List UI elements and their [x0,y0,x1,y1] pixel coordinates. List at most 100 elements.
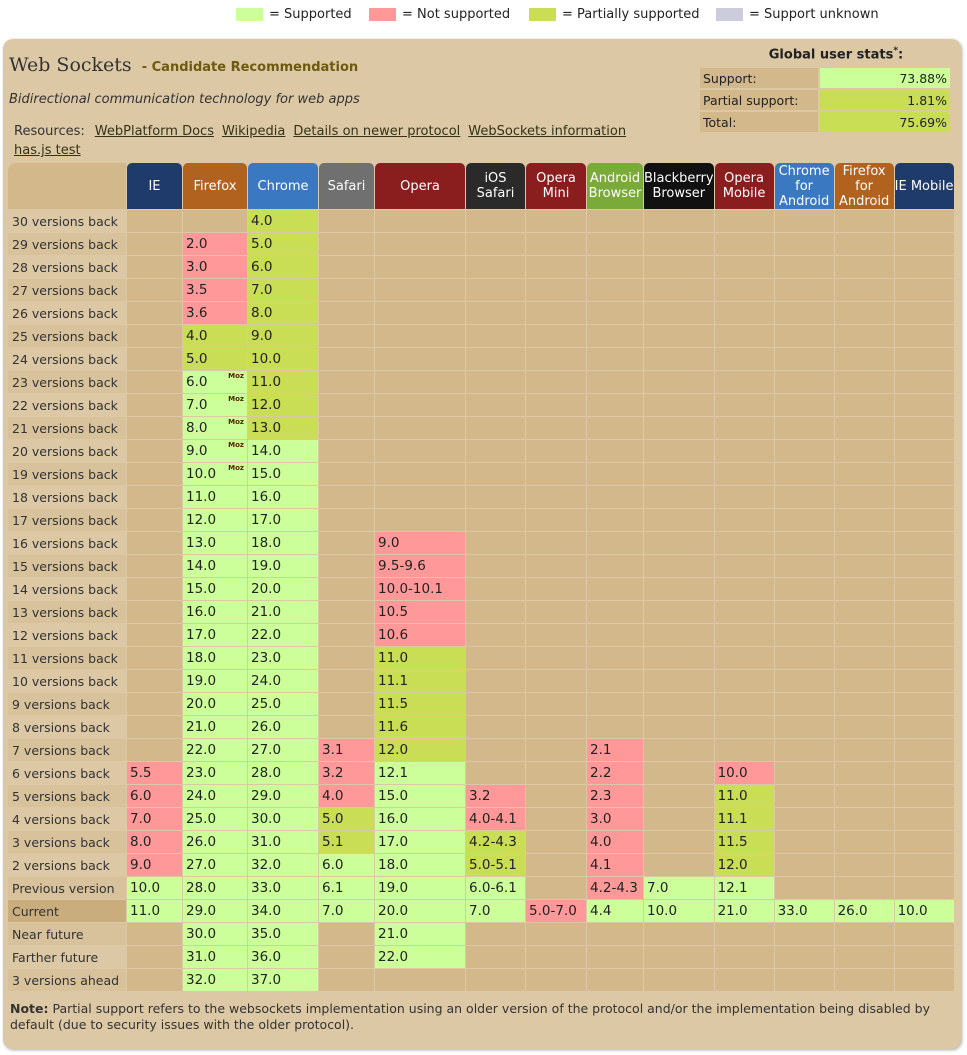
support-cell[interactable]: 19.0 [375,877,465,899]
support-cell[interactable]: 32.0 [248,854,318,876]
support-cell[interactable]: 10.6 [375,624,465,646]
browser-header-opera-mobile[interactable]: Opera Mobile [714,163,774,209]
support-cell[interactable]: 10.0 [248,348,318,370]
support-cell[interactable]: 4.4 [587,900,643,922]
support-cell[interactable]: 29.0 [183,900,247,922]
support-cell[interactable]: 5.0 [183,348,247,370]
support-cell[interactable]: 6.1 [319,877,374,899]
support-cell[interactable]: 12.0 [248,394,318,416]
browser-header-blackberry-browser[interactable]: Blackberry Browser [644,163,714,209]
support-cell[interactable]: 11.0 [248,371,318,393]
resource-link-hasjs-test[interactable]: has.js test [14,143,81,158]
support-cell[interactable]: 11.0 [127,900,182,922]
support-cell[interactable]: 4.0-4.1 [466,808,525,830]
support-cell[interactable]: 8.0 [248,302,318,324]
support-cell[interactable]: 3.2 [466,785,525,807]
support-cell[interactable]: 11.1 [375,670,465,692]
support-cell[interactable]: 29.0 [248,785,318,807]
support-cell[interactable]: 28.0 [248,762,318,784]
support-cell[interactable]: 11.0 [375,647,465,669]
support-cell[interactable]: 28.0 [183,877,247,899]
support-cell[interactable]: 4.2-4.3 [466,831,525,853]
support-cell[interactable]: 5.0 [319,808,374,830]
support-cell[interactable]: 12.1 [714,877,774,899]
support-cell[interactable]: 4.0 [248,210,318,232]
browser-header-chrome[interactable]: Chrome [248,163,318,209]
browser-header-chrome-for-android[interactable]: Chrome for Android [774,163,834,209]
browser-header-ie[interactable]: IE [127,163,182,209]
support-cell[interactable]: 9.0 [375,532,465,554]
support-cell[interactable]: 3.1 [319,739,374,761]
support-cell[interactable]: 22.0 [375,946,465,968]
support-cell[interactable]: 15.0 [183,578,247,600]
support-cell[interactable]: 10.0 Moz [183,463,247,485]
support-cell[interactable]: 11.5 [714,831,774,853]
resource-link-websockets-info[interactable]: WebSockets information [468,124,626,139]
support-cell[interactable]: 27.0 [183,854,247,876]
support-cell[interactable]: 4.1 [587,854,643,876]
support-cell[interactable]: 11.0 [183,486,247,508]
support-cell[interactable]: 27.0 [248,739,318,761]
support-cell[interactable]: 19.0 [248,555,318,577]
support-cell[interactable]: 3.2 [319,762,374,784]
support-cell[interactable]: 25.0 [183,808,247,830]
support-cell[interactable]: 15.0 [248,463,318,485]
support-cell[interactable]: 9.0 Moz [183,440,247,462]
support-cell[interactable]: 3.6 [183,302,247,324]
support-cell[interactable]: 13.0 [248,417,318,439]
support-cell[interactable]: 10.0-10.1 [375,578,465,600]
support-cell[interactable]: 8.0 Moz [183,417,247,439]
support-cell[interactable]: 11.1 [714,808,774,830]
support-cell[interactable]: 18.0 [375,854,465,876]
support-cell[interactable]: 16.0 [375,808,465,830]
support-cell[interactable]: 5.0 [248,233,318,255]
support-cell[interactable]: 8.0 [127,831,182,853]
support-cell[interactable]: 16.0 [248,486,318,508]
support-cell[interactable]: 3.0 [587,808,643,830]
resource-link-newer-protocol[interactable]: Details on newer protocol [293,124,460,139]
support-cell[interactable]: 4.0 [183,325,247,347]
support-cell[interactable]: 4.0 [319,785,374,807]
support-cell[interactable]: 7.0 [127,808,182,830]
support-cell[interactable]: 33.0 [774,900,834,922]
support-cell[interactable]: 7.0 [466,900,525,922]
browser-header-ie-mobile[interactable]: IE Mobile [894,163,954,209]
support-cell[interactable]: 22.0 [183,739,247,761]
support-cell[interactable]: 2.1 [587,739,643,761]
browser-header-android-browser[interactable]: Android Browser [587,163,643,209]
support-cell[interactable]: 3.5 [183,279,247,301]
support-cell[interactable]: 10.0 [644,900,714,922]
support-cell[interactable]: 11.5 [375,693,465,715]
support-cell[interactable]: 10.0 [127,877,182,899]
support-cell[interactable]: 23.0 [183,762,247,784]
support-cell[interactable]: 6.0 [248,256,318,278]
support-cell[interactable]: 17.0 [183,624,247,646]
support-cell[interactable]: 35.0 [248,923,318,945]
support-cell[interactable]: 6.0-6.1 [466,877,525,899]
support-cell[interactable]: 9.5-9.6 [375,555,465,577]
support-cell[interactable]: 13.0 [183,532,247,554]
support-cell[interactable]: 21.0 [248,601,318,623]
support-cell[interactable]: 36.0 [248,946,318,968]
support-cell[interactable]: 21.0 [183,716,247,738]
support-cell[interactable]: 23.0 [248,647,318,669]
support-cell[interactable]: 6.0 [127,785,182,807]
support-cell[interactable]: 19.0 [183,670,247,692]
support-cell[interactable]: 17.0 [375,831,465,853]
support-cell[interactable]: 24.0 [248,670,318,692]
support-cell[interactable]: 7.0 Moz [183,394,247,416]
support-cell[interactable]: 21.0 [714,900,774,922]
support-cell[interactable]: 9.0 [127,854,182,876]
support-cell[interactable]: 5.1 [319,831,374,853]
support-cell[interactable]: 24.0 [183,785,247,807]
support-cell[interactable]: 18.0 [183,647,247,669]
support-cell[interactable]: 12.0 [375,739,465,761]
support-cell[interactable]: 5.0-7.0 [526,900,586,922]
support-cell[interactable]: 2.3 [587,785,643,807]
resource-link-wikipedia[interactable]: Wikipedia [222,124,285,139]
support-cell[interactable]: 7.0 [248,279,318,301]
support-cell[interactable]: 10.5 [375,601,465,623]
support-cell[interactable]: 20.0 [183,693,247,715]
support-cell[interactable]: 31.0 [248,831,318,853]
support-cell[interactable]: 30.0 [248,808,318,830]
